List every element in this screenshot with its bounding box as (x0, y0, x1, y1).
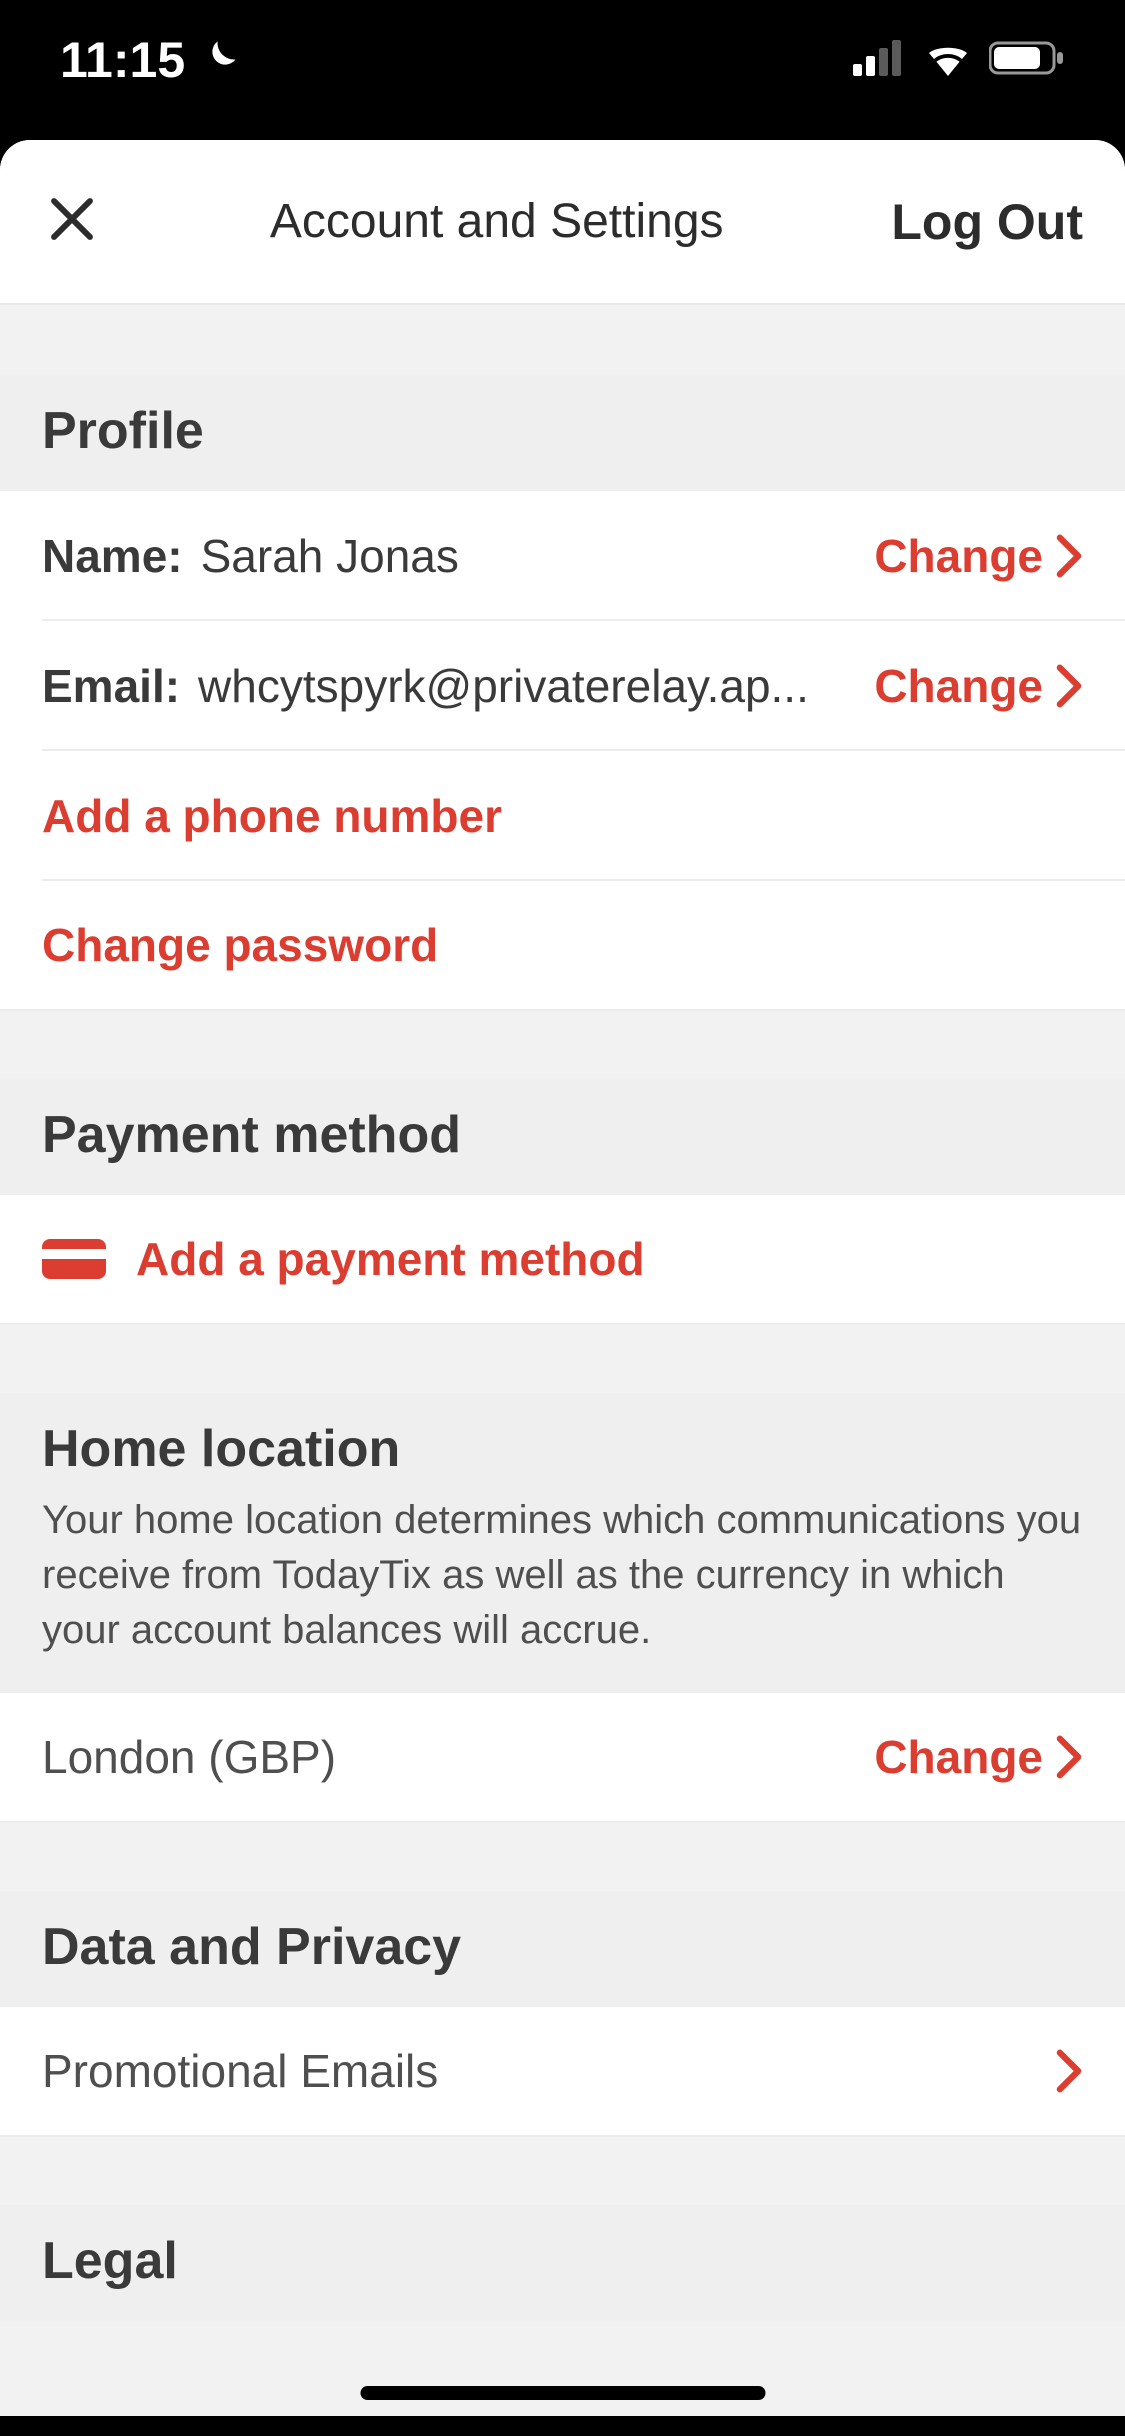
change-email-button[interactable]: Change (874, 659, 1083, 713)
legal-title: Legal (42, 2231, 1083, 2291)
add-phone-label: Add a phone number (42, 789, 502, 843)
home-indicator[interactable] (360, 2386, 765, 2400)
cellular-icon (853, 40, 907, 81)
wifi-icon (923, 40, 973, 81)
spacer (0, 305, 1125, 375)
promo-emails-label: Promotional Emails (42, 2044, 1055, 2098)
battery-icon (989, 40, 1065, 81)
add-phone-row[interactable]: Add a phone number (0, 751, 1125, 881)
change-password-row[interactable]: Change password (0, 881, 1125, 1011)
status-bar: 11:15 (0, 0, 1125, 140)
close-button[interactable] (42, 192, 102, 251)
spacer (0, 1823, 1125, 1891)
nav-title: Account and Settings (270, 194, 724, 249)
promo-emails-row[interactable]: Promotional Emails (0, 2007, 1125, 2137)
name-value: Sarah Jonas (201, 529, 459, 583)
credit-card-icon (42, 1235, 106, 1283)
add-payment-label: Add a payment method (136, 1232, 645, 1286)
change-name-label: Change (874, 529, 1043, 583)
payment-header: Payment method (0, 1079, 1125, 1195)
payment-title: Payment method (42, 1105, 1083, 1165)
change-name-button[interactable]: Change (874, 529, 1083, 583)
settings-sheet: Account and Settings Log Out Profile Nam… (0, 140, 1125, 2416)
status-left: 11:15 (60, 31, 241, 89)
add-payment-row[interactable]: Add a payment method (0, 1195, 1125, 1325)
home-location-value: London (GBP) (42, 1730, 874, 1784)
close-icon (45, 192, 99, 251)
change-location-label: Change (874, 1730, 1043, 1784)
profile-title: Profile (42, 401, 1083, 461)
home-location-row[interactable]: London (GBP) Change (0, 1693, 1125, 1823)
spacer (0, 1011, 1125, 1079)
status-right (853, 40, 1065, 81)
legal-header: Legal (0, 2205, 1125, 2321)
chevron-right-icon (1055, 664, 1083, 708)
spacer (0, 1325, 1125, 1393)
spacer (0, 2137, 1125, 2205)
nav-bar: Account and Settings Log Out (0, 140, 1125, 305)
name-label: Name: (42, 529, 183, 583)
profile-header: Profile (0, 375, 1125, 491)
moon-icon (197, 36, 241, 85)
email-label: Email: (42, 659, 180, 713)
change-password-label: Change password (42, 918, 438, 972)
home-description: Your home location determines which comm… (42, 1493, 1083, 1659)
name-row[interactable]: Name: Sarah Jonas Change (0, 491, 1125, 621)
email-row[interactable]: Email: whcytspyrk@privaterelay.ap... Cha… (0, 621, 1125, 751)
chevron-right-icon (1055, 2049, 1083, 2093)
home-header: Home location Your home location determi… (0, 1393, 1125, 1693)
chevron-right-icon (1055, 1735, 1083, 1779)
email-value: whcytspyrk@privaterelay.ap... (198, 659, 809, 713)
privacy-title: Data and Privacy (42, 1917, 1083, 1977)
change-email-label: Change (874, 659, 1043, 713)
status-time: 11:15 (60, 31, 185, 89)
home-title: Home location (42, 1419, 1083, 1479)
privacy-header: Data and Privacy (0, 1891, 1125, 2007)
logout-button[interactable]: Log Out (891, 193, 1083, 251)
change-location-button[interactable]: Change (874, 1730, 1083, 1784)
chevron-right-icon (1055, 534, 1083, 578)
